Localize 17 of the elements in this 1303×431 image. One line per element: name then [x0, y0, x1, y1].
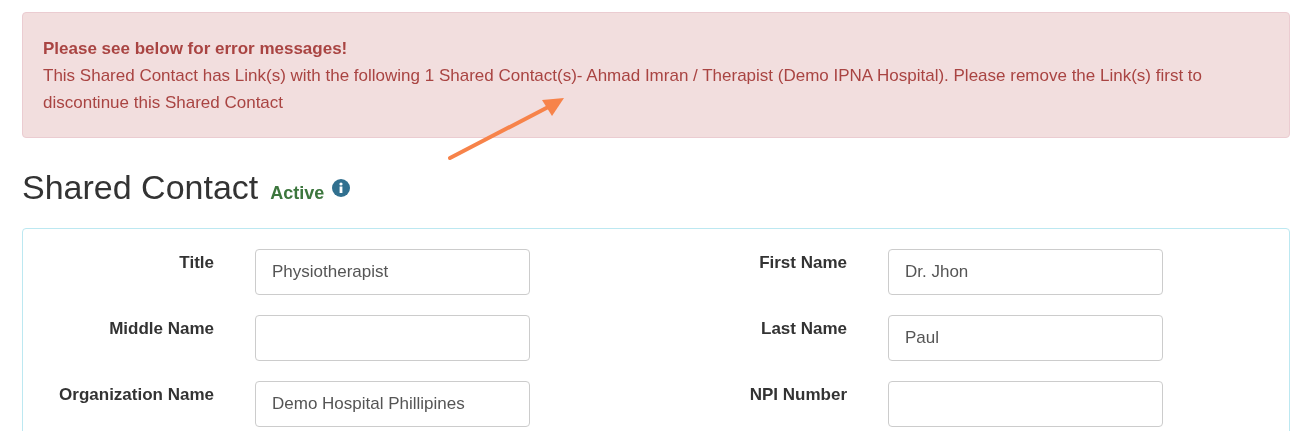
input-field[interactable]: Dr. Jhon: [888, 249, 1163, 295]
input-field[interactable]: [255, 315, 530, 361]
page-title: Shared Contact: [22, 168, 259, 207]
field-label: Organization Name: [58, 384, 214, 406]
info-icon[interactable]: [332, 178, 351, 197]
input-field[interactable]: Demo Hospital Phillipines: [255, 381, 530, 427]
input-field[interactable]: Physiotherapist: [255, 249, 530, 295]
field-label: Title: [178, 252, 214, 274]
alert-message: This Shared Contact has Link(s) with the following 1 Shared Contact(s)- Ahmad Imran / Therapist (Demo IPNA Hospital). Please remove the Link(s) first to discontinue this Shared Contact: [43, 65, 1203, 114]
input-field[interactable]: [888, 381, 1163, 427]
alert-title: Please see below for error messages!: [43, 38, 349, 60]
status-label: Active: [270, 183, 325, 204]
field-label: First Name: [758, 252, 847, 274]
field-label: Middle Name: [108, 318, 214, 340]
field-label: NPI Number: [748, 384, 847, 406]
field-label: Last Name: [760, 318, 847, 340]
input-field[interactable]: Paul: [888, 315, 1163, 361]
